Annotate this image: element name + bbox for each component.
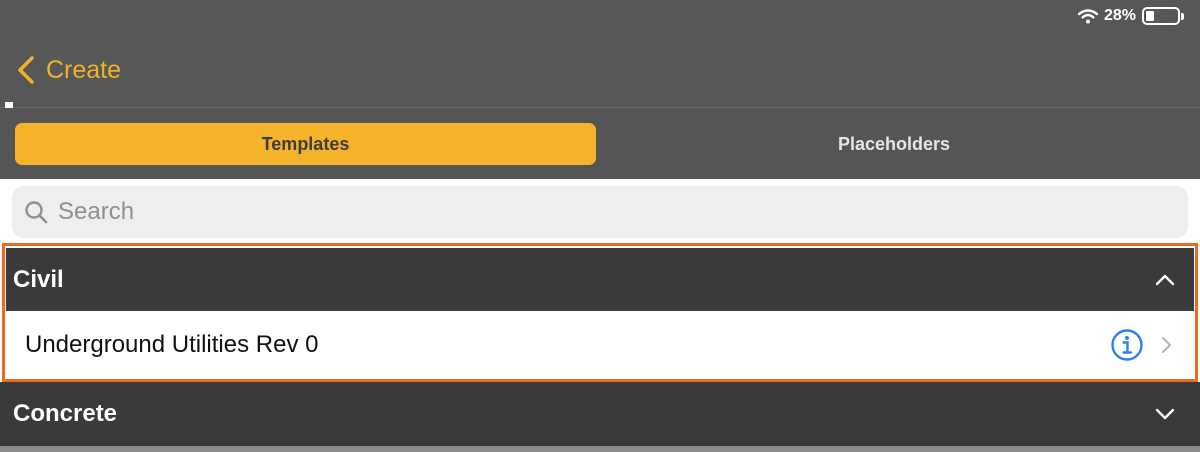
divider bbox=[0, 446, 1200, 452]
battery-percent: 28% bbox=[1103, 7, 1136, 24]
section-header-concrete[interactable]: Concrete bbox=[0, 382, 1200, 446]
chevron-up-icon bbox=[1155, 274, 1175, 285]
search-input[interactable]: Search bbox=[12, 186, 1188, 238]
info-icon[interactable] bbox=[1110, 328, 1144, 362]
tab-templates[interactable]: Templates bbox=[15, 123, 596, 165]
status-bar: 28% bbox=[1077, 5, 1184, 27]
wifi-icon bbox=[1077, 8, 1098, 23]
list-item-label: Underground Utilities Rev 0 bbox=[25, 330, 319, 358]
section-title: Concrete bbox=[13, 400, 118, 427]
tab-placeholders[interactable]: Placeholders bbox=[600, 123, 1188, 165]
segmented-control: Templates Placeholders bbox=[0, 108, 1200, 179]
list-item[interactable]: Underground Utilities Rev 0 bbox=[6, 311, 1194, 378]
battery-icon bbox=[1142, 7, 1180, 25]
chevron-down-icon bbox=[1155, 408, 1175, 420]
chevron-right-icon bbox=[1161, 336, 1172, 353]
navigation-bar: 28% Create bbox=[0, 0, 1200, 108]
chevron-left-icon bbox=[18, 56, 34, 84]
section-title: Civil bbox=[13, 265, 64, 293]
battery-tip bbox=[1181, 12, 1184, 20]
back-button[interactable]: Create bbox=[16, 53, 121, 87]
battery-fill bbox=[1146, 11, 1154, 21]
search-placeholder: Search bbox=[58, 198, 135, 225]
search-container: Search bbox=[0, 179, 1200, 245]
back-button-label: Create bbox=[46, 55, 122, 84]
section-header-civil[interactable]: Civil bbox=[6, 248, 1194, 311]
search-icon bbox=[25, 201, 48, 224]
